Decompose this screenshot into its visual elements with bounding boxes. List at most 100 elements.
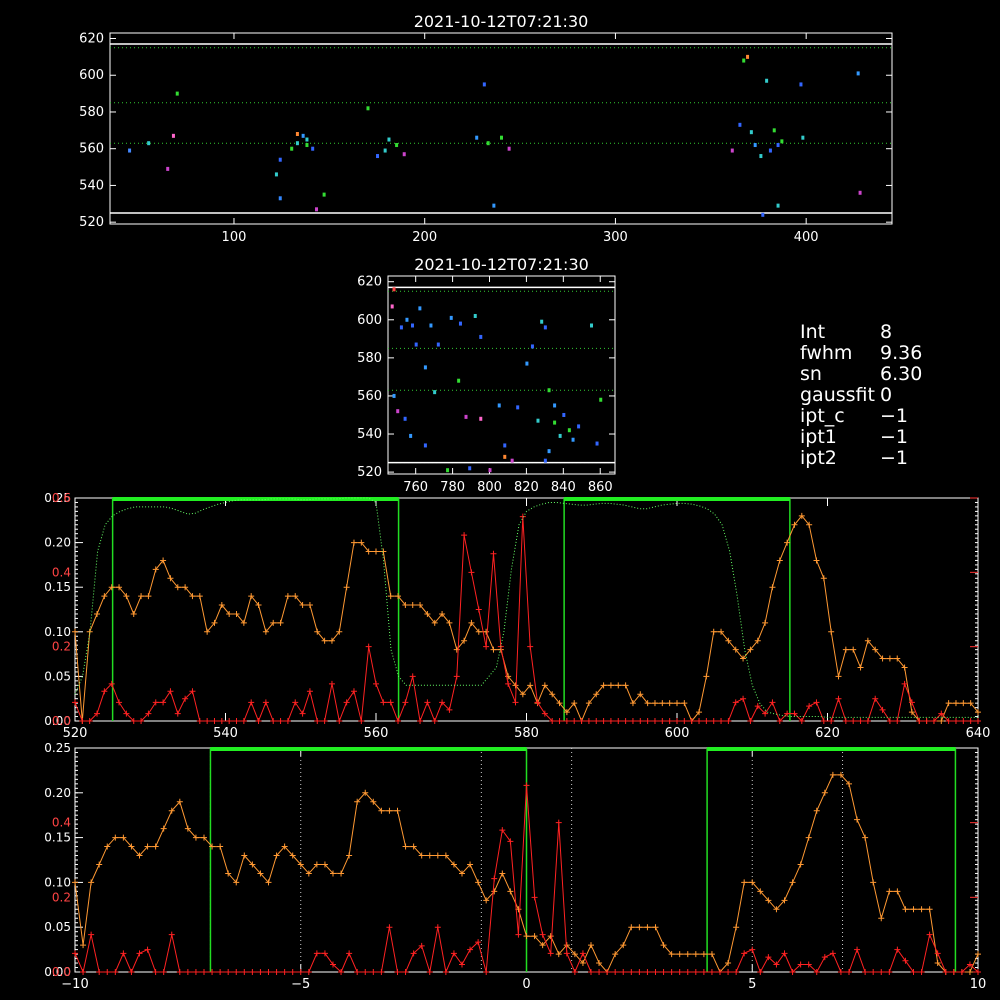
scatter-point — [392, 287, 396, 292]
scatter-point — [410, 323, 414, 328]
series-marker — [378, 969, 385, 975]
x-tick-label: 760 — [403, 480, 428, 495]
x-tick-label: 200 — [412, 230, 437, 245]
x-tick-label: 100 — [222, 230, 247, 245]
scatter-point — [301, 133, 305, 138]
series-marker — [636, 969, 643, 975]
series-marker — [636, 924, 643, 931]
series-marker — [72, 950, 78, 957]
series-marker — [534, 699, 541, 706]
series-marker — [386, 807, 393, 814]
series-marker — [442, 969, 449, 975]
scatter-point — [599, 397, 603, 402]
figure-canvas: 2021-10-12T07:21:30100 200 300 400520540560… — [44, 12, 990, 992]
series-marker — [628, 924, 635, 931]
series-marker — [622, 682, 629, 689]
scatter-point — [500, 135, 503, 140]
series-marker — [659, 718, 666, 724]
series-marker — [918, 969, 925, 975]
series-marker — [615, 682, 622, 689]
series-marker — [120, 950, 127, 957]
x-tick-label: 300 — [603, 230, 628, 245]
series-marker — [563, 950, 570, 957]
series-marker — [225, 969, 232, 975]
scatter-point — [761, 212, 765, 217]
scatter-point — [396, 409, 400, 414]
series-marker — [354, 969, 361, 975]
series-marker — [289, 969, 296, 975]
series-marker — [380, 699, 387, 706]
series-marker — [145, 593, 152, 600]
scatter-point — [749, 130, 753, 135]
series-marker — [878, 915, 885, 922]
series-marker — [507, 838, 514, 845]
series-marker — [733, 924, 740, 931]
series-marker — [629, 718, 636, 724]
scatter-point — [479, 334, 483, 339]
series-marker — [255, 718, 262, 724]
info-value: 6.30 — [880, 363, 923, 385]
series-marker — [130, 610, 137, 617]
series-marker — [346, 852, 353, 859]
series-marker — [217, 969, 224, 975]
x-tick-label: −10 — [61, 977, 88, 992]
series-marker — [894, 888, 901, 895]
y-tick-label: 0.10 — [44, 625, 71, 639]
series-marker — [387, 699, 394, 706]
info-key: Int — [800, 321, 826, 343]
series-marker — [556, 718, 563, 724]
series-marker — [776, 557, 783, 564]
series-marker — [666, 718, 673, 724]
y-tick-label: 600 — [79, 68, 104, 83]
series-marker — [806, 703, 813, 710]
scatter-point — [503, 443, 507, 448]
scatter-point — [402, 152, 406, 157]
scatter-point — [436, 342, 440, 347]
series-marker — [394, 807, 401, 814]
series-marker — [676, 951, 683, 958]
series-marker — [505, 680, 512, 687]
series-marker — [547, 950, 554, 957]
series-marker — [710, 628, 717, 635]
series-marker — [938, 718, 945, 724]
series-marker — [350, 688, 357, 695]
scatter-point — [392, 393, 396, 398]
series-marker — [692, 951, 699, 958]
series-marker — [870, 879, 877, 886]
info-row-ipt1: ipt1 −1 — [800, 427, 922, 448]
series-marker — [571, 718, 578, 724]
scatter-point — [858, 190, 862, 195]
series-marker — [725, 718, 732, 724]
series-marker — [314, 718, 321, 724]
info-value: 8 — [880, 321, 893, 343]
series-marker — [72, 699, 78, 706]
scatter-point — [772, 128, 776, 133]
scatter-point — [390, 304, 394, 309]
series-marker — [273, 969, 280, 975]
series-marker — [468, 569, 475, 576]
y-tick-label: 600 — [357, 313, 382, 328]
series-marker — [434, 852, 441, 859]
series-marker — [886, 655, 893, 662]
series-marker — [835, 695, 842, 702]
series-marker — [637, 718, 644, 724]
scatter-point — [475, 135, 479, 140]
series-marker — [262, 699, 269, 706]
info-row-fwhm: fwhm 9.36 — [800, 343, 922, 364]
series-marker — [857, 664, 864, 671]
series-marker — [88, 879, 95, 886]
series-marker — [762, 619, 769, 626]
series-marker — [277, 718, 284, 724]
series-marker — [718, 718, 725, 724]
series-marker — [652, 969, 659, 975]
scatter-point — [376, 154, 380, 159]
series-marker — [491, 875, 498, 882]
scatter-point — [516, 405, 520, 410]
series-marker — [821, 789, 828, 796]
series-marker — [668, 969, 675, 975]
series-marker — [757, 969, 764, 975]
scatter-point — [742, 58, 746, 63]
series-marker — [615, 718, 622, 724]
series-marker — [828, 718, 835, 724]
series-marker — [284, 593, 291, 600]
